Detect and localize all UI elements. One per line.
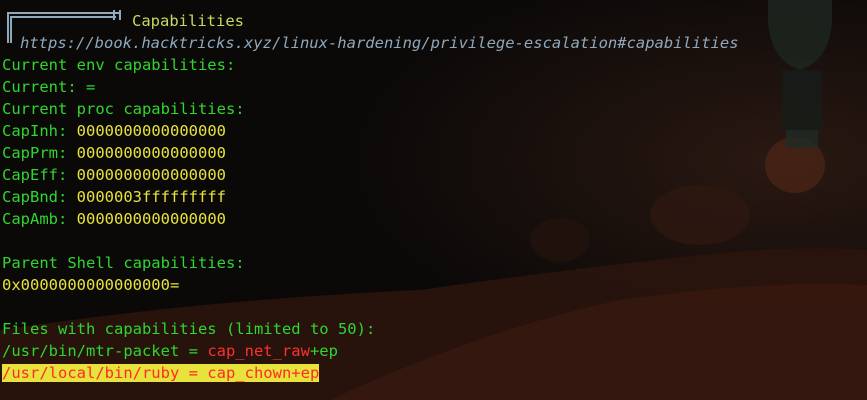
cap-row-bnd: CapBnd: 0000003fffffffff — [2, 186, 865, 208]
section-title: Capabilities — [132, 12, 244, 30]
cap-name: CapEff: — [2, 166, 68, 184]
file-capability-entry: /usr/bin/mtr-packet = cap_net_raw+ep — [2, 340, 865, 362]
cap-value: 0000000000000000 — [76, 122, 226, 140]
cap-row-eff: CapEff: 0000000000000000 — [2, 164, 865, 186]
cap-row-inh: CapInh: 0000000000000000 — [2, 120, 865, 142]
cap-value: 0000000000000000 — [76, 210, 226, 228]
env-current-value: Current: = — [2, 78, 96, 96]
parent-shell-capabilities-value: 0x0000000000000000= — [2, 276, 180, 294]
proc-capabilities-header: Current proc capabilities: — [2, 100, 245, 118]
file-separator: = — [179, 342, 208, 360]
cap-name: CapPrm: — [2, 144, 68, 162]
cap-name: CapBnd: — [2, 188, 68, 206]
parent-shell-capabilities-header: Parent Shell capabilities: — [2, 254, 245, 272]
file-capability-critical-highlight: /usr/local/bin/ruby = cap_chown+ep — [2, 364, 320, 382]
section-url[interactable]: https://book.hacktricks.xyz/linux-harden… — [20, 32, 739, 54]
file-capability-flags: +ep — [309, 342, 338, 360]
cap-name: CapAmb: — [2, 210, 68, 228]
cap-row-prm: CapPrm: 0000000000000000 — [2, 142, 865, 164]
cap-value: 0000003fffffffff — [76, 188, 226, 206]
file-capability-highlight: cap_net_raw — [207, 342, 310, 360]
cap-value: 0000000000000000 — [76, 144, 226, 162]
file-capability-entry-critical: /usr/local/bin/ruby = cap_chown+ep — [2, 362, 865, 384]
section-header: Capabilities — [2, 10, 865, 43]
env-capabilities-header: Current env capabilities: — [2, 56, 236, 74]
cap-name: CapInh: — [2, 122, 68, 140]
files-capabilities-header: Files with capabilities (limited to 50): — [2, 320, 376, 338]
section-url-line: https://book.hacktricks.xyz/linux-harden… — [2, 32, 865, 54]
cap-row-amb: CapAmb: 0000000000000000 — [2, 208, 865, 230]
file-path: /usr/bin/mtr-packet — [2, 342, 180, 360]
cap-value: 0000000000000000 — [76, 166, 226, 184]
terminal-output: Capabilities https://book.hacktricks.xyz… — [2, 10, 865, 384]
